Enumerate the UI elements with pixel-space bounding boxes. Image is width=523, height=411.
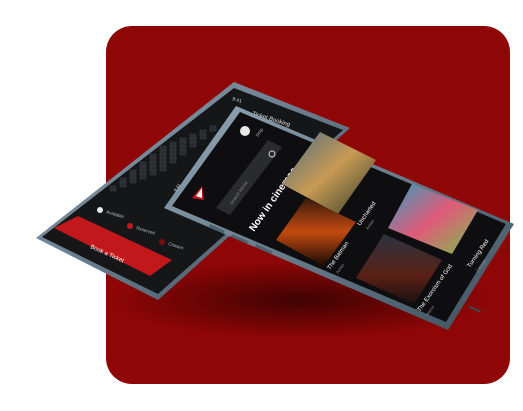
legend-chosen-dot	[159, 239, 165, 245]
phones-illustration: 9:41 Ticket Booking Available Reserved C…	[36, 82, 514, 338]
legend-reserved-dot	[127, 223, 133, 229]
profile-avatar-icon[interactable]	[240, 126, 250, 136]
promo-stage: 9:41 Ticket Booking Available Reserved C…	[0, 0, 523, 411]
legend-available-dot	[97, 207, 103, 213]
